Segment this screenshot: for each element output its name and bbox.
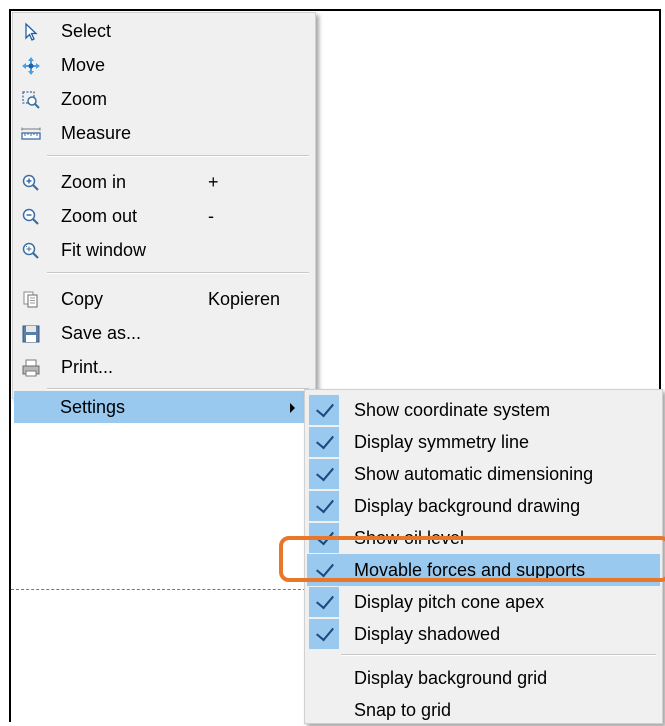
submenu-item-display-shadowed[interactable]: Display shadowed [307,618,660,650]
check-background [309,427,339,457]
submenu-item-label: Show automatic dimensioning [354,464,594,484]
menu-item-label: Measure [61,123,132,143]
submenu-item-label: Display background grid [354,668,548,688]
submenu-item-display-background-grid[interactable]: Display background grid [307,662,660,694]
menu-item-label: Zoom out [61,206,138,226]
submenu-item-snap-to-grid[interactable]: Snap to grid [307,694,660,726]
menu-item-shortcut: Kopieren [208,289,281,309]
menu-item-label: Zoom [61,89,108,109]
submenu-item-label: Display symmetry line [354,432,530,452]
context-menu: Select Move Zoom Measure Zoom in + Zoom … [12,12,316,399]
submenu-item-display-pitch-cone-apex[interactable]: Display pitch cone apex [307,586,660,618]
zoom-rect-icon [21,90,41,110]
print-icon [21,358,41,378]
menu-item-zoom[interactable]: Zoom [15,83,313,115]
menu-item-label: Settings [60,397,126,417]
submenu-item-label: Display pitch cone apex [354,592,545,612]
move-arrows-icon [21,56,41,76]
zoom-in-icon [21,173,41,193]
check-background [309,491,339,521]
symmetry-line [11,589,311,590]
check-background [309,619,339,649]
save-icon [21,324,41,344]
menu-item-move[interactable]: Move [15,49,313,81]
menu-separator [47,388,309,390]
submenu-item-label: Display shadowed [354,624,501,644]
menu-item-label: Select [61,21,112,41]
submenu-item-display-symmetry-line[interactable]: Display symmetry line [307,426,660,458]
copy-icon [21,290,41,310]
menu-item-label: Copy [61,289,104,309]
menu-item-zoom-out[interactable]: Zoom out - [15,200,313,232]
menu-item-shortcut: + [208,172,219,192]
fit-window-icon [21,241,41,261]
checkmark-icon [316,430,334,450]
submenu-item-show-automatic-dimensioning[interactable]: Show automatic dimensioning [307,458,660,490]
menu-item-settings[interactable]: Settings [14,391,304,423]
checkmark-icon [316,622,334,642]
cursor-arrow-icon [21,22,41,42]
menu-item-label: Print... [61,357,114,377]
checkmark-icon [316,462,334,482]
submenu-separator [341,654,656,656]
menu-item-shortcut: - [208,206,214,226]
menu-item-measure[interactable]: Measure [15,117,313,149]
submenu-arrow-icon [290,403,295,413]
check-background [309,459,339,489]
submenu-item-display-background-drawing[interactable]: Display background drawing [307,490,660,522]
zoom-out-icon [21,207,41,227]
submenu-item-label: Snap to grid [354,700,452,720]
submenu-item-label: Display background drawing [354,496,581,516]
menu-separator [47,155,309,157]
menu-item-copy[interactable]: Copy Kopieren [15,283,313,315]
checkmark-icon [316,494,334,514]
menu-item-label: Fit window [61,240,147,260]
menu-item-label: Zoom in [61,172,127,192]
menu-item-zoom-in[interactable]: Zoom in + [15,166,313,198]
check-background [309,395,339,425]
highlight-annotation [279,536,665,582]
checkmark-icon [316,398,334,418]
menu-item-fit-window[interactable]: Fit window [15,234,313,266]
menu-separator [47,272,309,274]
submenu-item-show-coordinate-system[interactable]: Show coordinate system [307,394,660,426]
menu-item-select[interactable]: Select [15,15,313,47]
ruler-icon [21,124,41,144]
check-background [309,587,339,617]
menu-item-save-as[interactable]: Save as... [15,317,313,349]
menu-item-label: Save as... [61,323,142,343]
submenu-item-label: Show coordinate system [354,400,551,420]
menu-item-label: Move [61,55,106,75]
checkmark-icon [316,590,334,610]
menu-item-print[interactable]: Print... [15,351,313,383]
